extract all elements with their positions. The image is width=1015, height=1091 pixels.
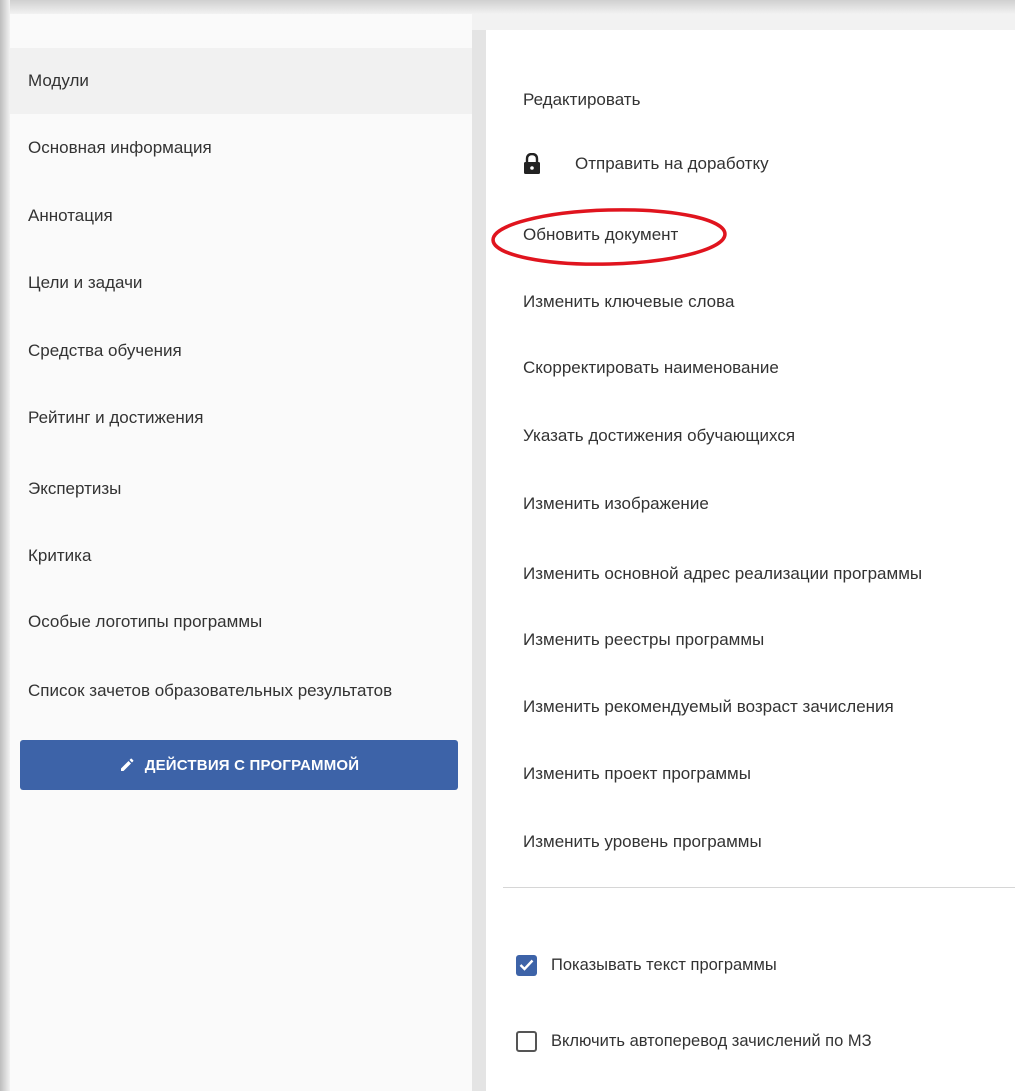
sidebar-item-label: Цели и задачи	[28, 273, 143, 292]
sidebar-item-rating[interactable]: Рейтинг и достижения	[10, 385, 472, 451]
sidebar-item-modules[interactable]: Модули	[10, 48, 472, 114]
sidebar-item-label: Экспертизы	[28, 479, 122, 498]
menu-item-change-registries[interactable]: Изменить реестры программы	[523, 620, 764, 660]
menu-item-change-image[interactable]: Изменить изображение	[523, 484, 709, 524]
menu-item-edit[interactable]: Редактировать	[523, 80, 640, 120]
show-program-text-checkbox[interactable]	[516, 954, 537, 976]
option-label: Показывать текст программы	[551, 955, 777, 974]
option-label: Включить автоперевод зачислений по МЗ	[551, 1031, 872, 1050]
sidebar-item-expertise[interactable]: Экспертизы	[10, 456, 472, 522]
sidebar-item-label: Модули	[28, 71, 89, 90]
sidebar-item-label: Основная информация	[28, 138, 212, 157]
menu-item-update-document[interactable]: Обновить документ	[523, 215, 678, 255]
menu-item-label: Изменить проект программы	[523, 764, 751, 783]
menu-item-label: Указать достижения обучающихся	[523, 426, 796, 445]
screen: Модули Основная информация Аннотация Цел…	[0, 0, 1015, 1091]
menu-divider	[503, 887, 1015, 888]
sidebar-item-critique[interactable]: Критика	[10, 523, 472, 589]
menu-item-send-for-revision[interactable]: Отправить на доработку	[523, 144, 769, 184]
left-shadow	[0, 0, 10, 1091]
menu-item-label: Изменить рекомендуемый возраст зачислени…	[523, 697, 894, 716]
top-shadow	[0, 0, 1015, 14]
sidebar-item-label: Аннотация	[28, 206, 113, 225]
menu-item-label: Изменить основной адрес реализации прогр…	[523, 564, 923, 583]
menu-item-label: Изменить изображение	[523, 494, 709, 513]
program-actions-label: ДЕЙСТВИЯ С ПРОГРАММОЙ	[144, 756, 360, 774]
menu-item-change-level[interactable]: Изменить уровень программы	[523, 822, 762, 862]
program-actions-button[interactable]: ДЕЙСТВИЯ С ПРОГРАММОЙ	[20, 740, 458, 790]
sidebar-item-annotation[interactable]: Аннотация	[10, 183, 472, 249]
menu-item-change-project[interactable]: Изменить проект программы	[523, 754, 751, 794]
menu-item-change-keywords[interactable]: Изменить ключевые слова	[523, 282, 734, 322]
sidebar-item-label: Список зачетов образовательных результат…	[28, 681, 393, 700]
actions-panel: Редактировать Отправить на доработку Обн…	[486, 30, 1015, 1091]
option-auto-transfer: Включить автоперевод зачислений по МЗ	[516, 1026, 872, 1056]
sidebar-item-learning-tools[interactable]: Средства обучения	[10, 318, 472, 384]
sidebar-item-label: Рейтинг и достижения	[28, 408, 204, 427]
menu-item-label: Скорректировать наименование	[523, 358, 779, 377]
lock-icon	[523, 152, 541, 175]
panel-gap	[472, 30, 486, 1091]
sidebar: Модули Основная информация Аннотация Цел…	[10, 14, 472, 1091]
menu-item-change-age[interactable]: Изменить рекомендуемый возраст зачислени…	[523, 687, 894, 727]
sidebar-item-label: Средства обучения	[28, 341, 182, 360]
auto-transfer-checkbox[interactable]	[516, 1030, 537, 1052]
sidebar-item-label: Особые логотипы программы	[28, 612, 263, 631]
pencil-icon	[119, 757, 135, 773]
sidebar-item-main-info[interactable]: Основная информация	[10, 115, 472, 181]
menu-item-student-achievements[interactable]: Указать достижения обучающихся	[523, 416, 795, 456]
sidebar-item-goals[interactable]: Цели и задачи	[10, 250, 472, 316]
menu-item-label: Изменить реестры программы	[523, 630, 765, 649]
menu-item-change-address[interactable]: Изменить основной адрес реализации прогр…	[523, 554, 922, 594]
menu-item-label: Обновить документ	[523, 225, 679, 244]
check-icon	[519, 959, 534, 971]
menu-item-label: Редактировать	[523, 90, 641, 109]
menu-item-label: Отправить на доработку	[575, 154, 769, 173]
menu-item-label: Изменить уровень программы	[523, 832, 762, 851]
sidebar-item-logos[interactable]: Особые логотипы программы	[10, 589, 472, 655]
menu-item-correct-name[interactable]: Скорректировать наименование	[523, 348, 779, 388]
sidebar-item-label: Критика	[28, 546, 92, 565]
option-show-program-text: Показывать текст программы	[516, 950, 777, 980]
sidebar-item-credits[interactable]: Список зачетов образовательных результат…	[10, 658, 472, 724]
menu-item-label: Изменить ключевые слова	[523, 292, 735, 311]
